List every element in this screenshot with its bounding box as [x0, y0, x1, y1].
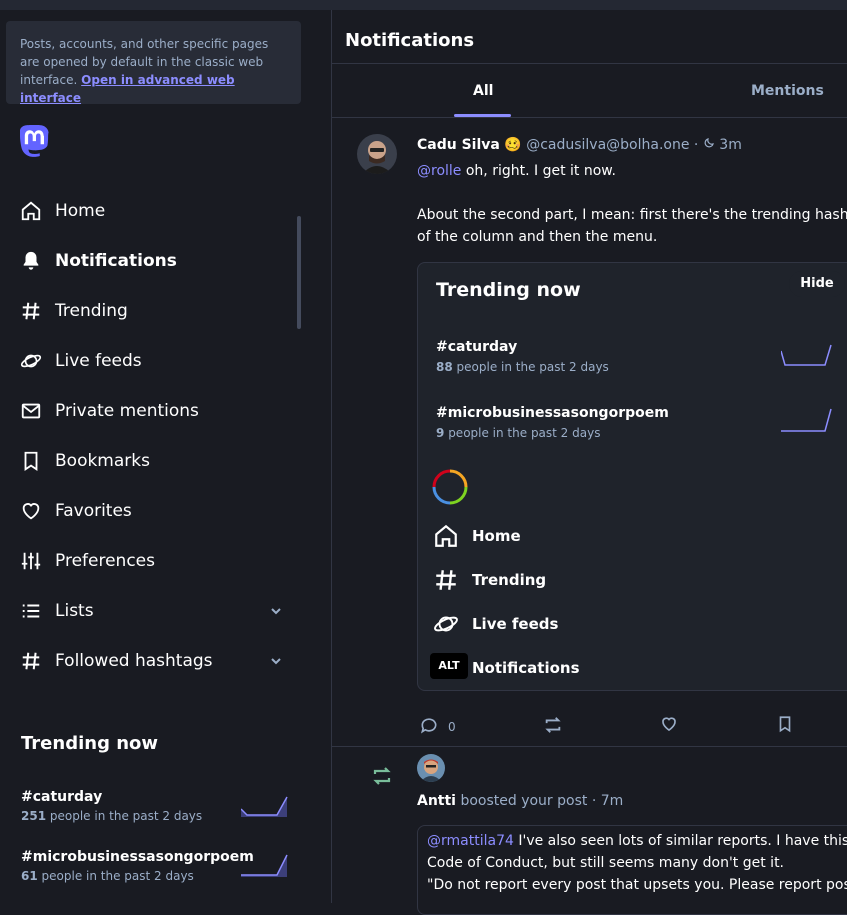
boost-icon	[369, 765, 395, 791]
trending-item[interactable]: #caturday 251 people in the past 2 days	[21, 789, 291, 823]
nav-trending-label: Trending	[55, 301, 128, 321]
media-trending-item: #caturday 88 people in the past 2 days	[436, 339, 836, 374]
nav-lists[interactable]: Lists	[0, 586, 310, 636]
display-name[interactable]: Cadu Silva	[417, 137, 500, 153]
avatar[interactable]	[417, 754, 445, 782]
notifications-column: Notifications All Mentions Cadu Silva 🥴 …	[331, 10, 847, 915]
top-bar	[0, 0, 847, 10]
chevron-down-icon[interactable]	[268, 603, 284, 619]
active-tab-indicator	[454, 114, 511, 117]
heart-icon	[660, 715, 678, 736]
nav-bookmarks[interactable]: Bookmarks	[0, 436, 310, 486]
nav-followed-hashtags-label: Followed hashtags	[55, 651, 213, 671]
bookmark-button[interactable]	[776, 715, 794, 736]
booster-name[interactable]: Antti	[417, 793, 456, 809]
hashtag-icon	[432, 566, 460, 594]
nav-live-feeds[interactable]: Live feeds	[0, 336, 310, 386]
reply-icon	[419, 715, 439, 738]
media-sparkline	[781, 344, 832, 366]
reply-count: 0	[448, 719, 456, 734]
mention-link[interactable]: @rmattila74	[427, 833, 514, 849]
media-sparkline	[781, 408, 832, 432]
tab-all[interactable]: All	[473, 83, 493, 99]
nav-lists-label: Lists	[55, 601, 94, 621]
list-icon	[20, 600, 42, 622]
bookmark-icon	[20, 450, 42, 472]
home-icon	[20, 200, 42, 222]
trending-title: Trending now	[21, 733, 159, 754]
main-navigation: Home Notifications Trending Live feeds P…	[0, 186, 310, 686]
notification-tabs: All Mentions	[332, 65, 847, 118]
nav-private-mentions-label: Private mentions	[55, 401, 199, 421]
nav-favorites[interactable]: Favorites	[0, 486, 310, 536]
nav-preferences[interactable]: Preferences	[0, 536, 310, 586]
tab-mentions[interactable]: Mentions	[751, 83, 824, 99]
mastodon-logo-icon[interactable]	[19, 124, 50, 157]
planet-icon	[432, 610, 460, 638]
boost-action-text: boosted your post	[460, 793, 588, 809]
boost-button[interactable]	[542, 715, 564, 738]
mail-icon	[20, 400, 42, 422]
nav-preferences-label: Preferences	[55, 551, 155, 571]
avatar[interactable]	[357, 134, 397, 174]
media-nav-live-feeds: Live feeds	[432, 610, 558, 638]
mention-link[interactable]: @rolle	[417, 163, 461, 179]
status-action-bar: 0	[417, 715, 837, 739]
heart-icon	[20, 500, 42, 522]
home-icon	[432, 522, 460, 550]
hashtag-icon	[20, 650, 42, 672]
media-nav-trending: Trending	[432, 566, 546, 594]
nav-notifications[interactable]: Notifications	[0, 236, 310, 286]
boosted-post-preview[interactable]: @rmattila74 I've also seen lots of simil…	[417, 825, 847, 915]
trending-sparkline	[241, 796, 288, 817]
chevron-down-icon[interactable]	[268, 653, 284, 669]
reply-button[interactable]: 0	[419, 715, 456, 738]
column-title: Notifications	[332, 16, 847, 64]
nav-private-mentions[interactable]: Private mentions	[0, 386, 310, 436]
nav-favorites-label: Favorites	[55, 501, 132, 521]
status-header: Cadu Silva 🥴 @cadusilva@bolha.one · 3m	[417, 137, 742, 153]
nav-notifications-label: Notifications	[55, 251, 177, 271]
nav-live-feeds-label: Live feeds	[55, 351, 142, 371]
alt-text-badge[interactable]: ALT	[430, 653, 468, 679]
display-name-emoji: 🥴	[504, 137, 522, 153]
nav-home-label: Home	[55, 201, 106, 221]
planet-icon	[20, 350, 42, 372]
status-card[interactable]: Cadu Silva 🥴 @cadusilva@bolha.one · 3m @…	[332, 119, 847, 747]
nav-followed-hashtags[interactable]: Followed hashtags	[0, 636, 310, 686]
status-time[interactable]: 3m	[719, 137, 742, 153]
sliders-icon	[20, 550, 42, 572]
boost-time[interactable]: 7m	[601, 793, 624, 809]
hide-media-button[interactable]: Hide	[789, 271, 845, 297]
nav-trending[interactable]: Trending	[0, 286, 310, 336]
loading-spinner-icon	[432, 469, 468, 509]
nav-bookmarks-label: Bookmarks	[55, 451, 150, 471]
moon-icon	[703, 137, 715, 153]
classic-interface-notice: Posts, accounts, and other specific page…	[6, 21, 301, 105]
trending-sparkline	[241, 854, 288, 877]
nav-scrollbar[interactable]	[297, 216, 301, 329]
media-nav-home: Home	[432, 522, 521, 550]
boost-notification-line: Antti boosted your post · 7m	[417, 793, 624, 809]
bookmark-icon	[776, 715, 794, 736]
boost-icon	[542, 715, 564, 738]
media-attachment[interactable]: Trending now #caturday 88 people in the …	[417, 262, 847, 691]
account-handle[interactable]: @cadusilva@bolha.one	[526, 137, 689, 153]
nav-home[interactable]: Home	[0, 186, 310, 236]
hashtag-icon	[20, 300, 42, 322]
trending-item[interactable]: #microbusinessasongorpoem 61 people in t…	[21, 849, 291, 883]
status-content: @rolle oh, right. I get it now. About th…	[417, 163, 847, 245]
favorite-button[interactable]	[660, 715, 678, 736]
media-trending-title: Trending now	[436, 279, 581, 301]
bell-icon	[20, 250, 42, 272]
media-trending-item: #microbusinessasongorpoem 9 people in th…	[436, 405, 836, 440]
